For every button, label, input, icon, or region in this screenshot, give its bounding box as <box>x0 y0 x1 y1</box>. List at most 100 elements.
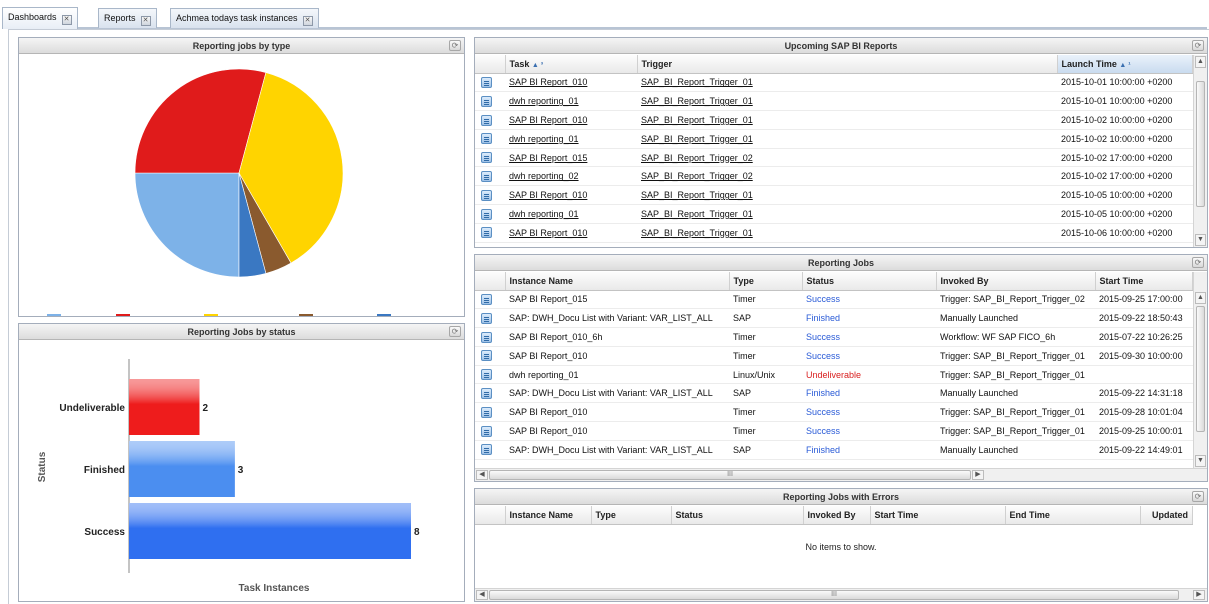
trigger-link[interactable]: SAP_BI_Report_Trigger_02 <box>637 148 1057 168</box>
close-icon[interactable]: ✕ <box>61 15 72 25</box>
trigger-link[interactable]: SAP_BI_Report_Trigger_01 <box>637 129 1057 149</box>
column-header-launch-time[interactable]: Launch Time ▲ ¹ <box>1057 55 1193 74</box>
column-header-invoked-by[interactable]: Invoked By <box>936 272 1096 291</box>
errors-horizontal-scrollbar[interactable]: ◀ III ▶ <box>475 588 1207 601</box>
table-row[interactable]: SAP BI Report_010 Timer Success Trigger: SA… <box>475 402 1193 423</box>
job-icon <box>475 402 505 423</box>
report-icon <box>475 73 505 93</box>
column-header-status[interactable]: Status <box>671 506 804 525</box>
table-row[interactable]: dwh reporting_01 SAP_BI_Report_Trigger_01… <box>475 204 1193 224</box>
column-header-invoked-by[interactable]: Invoked By <box>803 506 871 525</box>
table-row[interactable]: SAP BI Report_010_6h Timer Success Workflow… <box>475 327 1193 347</box>
trigger-link[interactable]: SAP_BI_Report_Trigger_01 <box>637 110 1057 130</box>
pie-slice-timer[interactable] <box>134 172 240 278</box>
column-header-icon <box>475 55 506 74</box>
column-header-type[interactable]: Type <box>591 506 672 525</box>
report-icon <box>475 91 505 112</box>
table-row[interactable]: SAP BI Report_010 SAP_BI_Report_Trigger_0… <box>475 185 1193 206</box>
task-link[interactable]: dwh reporting_02 <box>505 166 637 187</box>
trigger-link[interactable]: SAP_BI_Report_Trigger_01 <box>637 91 1057 112</box>
instance-name: SAP BI Report_010 <box>505 421 729 441</box>
table-row[interactable]: SAP BI Report_010 Timer Success Trigger: SA… <box>475 421 1193 441</box>
table-row[interactable]: dwh reporting_02 SAP_BI_Report_Trigger_02… <box>475 166 1193 187</box>
table-row[interactable]: SAP BI Report_010 SAP_BI_Report_Trigger_0… <box>475 110 1193 130</box>
panel-title: Reporting Jobs with Errors <box>782 492 899 502</box>
task-link[interactable]: dwh reporting_01 <box>505 204 637 224</box>
scroll-right-icon[interactable]: ▶ <box>972 470 984 480</box>
panel-header: Reporting Jobs with Errors ⟳ <box>475 489 1207 505</box>
bar-finished[interactable] <box>129 441 235 497</box>
table-row[interactable]: SAP BI Report_010 SAP_BI_Report_Trigger_0… <box>475 73 1193 93</box>
close-icon[interactable]: ✕ <box>140 16 151 26</box>
job-type: Timer <box>729 346 802 366</box>
trigger-link[interactable]: SAP_BI_Report_Trigger_01 <box>637 185 1057 206</box>
tab-reports[interactable]: Reports ✕ <box>98 8 157 28</box>
bar-undeliverable[interactable] <box>129 379 200 435</box>
column-header-status[interactable]: Status <box>802 272 937 291</box>
tab-dashboards[interactable]: Dashboards ✕ <box>2 7 78 29</box>
trigger-link[interactable]: SAP_BI_Report_Trigger_02 <box>637 166 1057 187</box>
column-header-instance-name[interactable]: Instance Name <box>505 272 730 291</box>
column-header-start-time[interactable]: Start Time <box>870 506 1006 525</box>
table-row[interactable]: SAP: DWH_Docu List with Variant: VAR_LIS… <box>475 308 1193 329</box>
launch-time: 2015-10-05 10:00:00 +0200 <box>1057 185 1193 206</box>
scroll-down-icon[interactable]: ▼ <box>1195 234 1206 246</box>
table-row[interactable]: SAP: DWH_Docu List with Variant: VAR_LIS… <box>475 440 1193 460</box>
scroll-left-icon[interactable]: ◀ <box>476 590 488 600</box>
task-link[interactable]: SAP BI Report_010 <box>505 223 637 243</box>
tab-label: Reports <box>104 13 136 23</box>
bar-success[interactable] <box>129 503 411 559</box>
y-axis-label: Status <box>37 451 48 482</box>
invoked-by: Trigger: SAP_BI_Report_Trigger_01 <box>936 402 1095 423</box>
table-row[interactable]: dwh reporting_01 SAP_BI_Report_Trigger_01… <box>475 129 1193 149</box>
scroll-down-icon[interactable]: ▼ <box>1195 455 1206 467</box>
task-link[interactable]: SAP BI Report_010 <box>505 110 637 130</box>
table-row[interactable]: SAP BI Report_010 Timer Success Trigger: SA… <box>475 346 1193 366</box>
scroll-thumb[interactable]: III <box>489 590 1179 600</box>
scroll-left-icon[interactable]: ◀ <box>476 470 488 480</box>
refresh-icon[interactable]: ⟳ <box>1192 491 1204 502</box>
refresh-icon[interactable]: ⟳ <box>1192 257 1204 268</box>
tab-achmea-todays-task-instances[interactable]: Achmea todays task instances ✕ <box>170 8 319 28</box>
table-row[interactable]: SAP: DWH_Docu List with Variant: VAR_LIS… <box>475 383 1193 404</box>
table-row[interactable]: SAP BI Report_010 SAP_BI_Report_Trigger_0… <box>475 223 1193 243</box>
invoked-by: Trigger: SAP_BI_Report_Trigger_01 <box>936 346 1095 366</box>
scroll-thumb[interactable] <box>1196 306 1205 432</box>
table-row[interactable]: dwh reporting_01 SAP_BI_Report_Trigger_01… <box>475 91 1193 112</box>
refresh-icon[interactable]: ⟳ <box>449 326 461 337</box>
job-icon <box>475 365 505 385</box>
scroll-right-icon[interactable]: ▶ <box>1193 590 1205 600</box>
scroll-up-icon[interactable]: ▲ <box>1195 56 1206 68</box>
trigger-link[interactable]: SAP_BI_Report_Trigger_01 <box>637 223 1057 243</box>
jobs-vertical-scrollbar[interactable]: ▲ ▼ <box>1193 272 1207 468</box>
trigger-link[interactable]: SAP_BI_Report_Trigger_01 <box>637 73 1057 93</box>
table-row[interactable]: dwh reporting_01 Linux/Unix Undeliverable T… <box>475 365 1193 385</box>
task-link[interactable]: SAP BI Report_010 <box>505 185 637 206</box>
refresh-icon[interactable]: ⟳ <box>449 40 461 51</box>
refresh-icon[interactable]: ⟳ <box>1192 40 1204 51</box>
task-link[interactable]: dwh reporting_01 <box>505 91 637 112</box>
task-link[interactable]: dwh reporting_01 <box>505 129 637 149</box>
scroll-up-icon[interactable]: ▲ <box>1195 292 1206 304</box>
close-icon[interactable]: ✕ <box>302 16 313 26</box>
table-row[interactable]: SAP BI Report_015 SAP_BI_Report_Trigger_0… <box>475 148 1193 168</box>
report-icon <box>475 223 505 243</box>
trigger-link[interactable]: SAP_BI_Report_Trigger_01 <box>637 204 1057 224</box>
upcoming-vertical-scrollbar[interactable]: ▲ ▼ <box>1193 55 1207 247</box>
task-link[interactable]: SAP BI Report_010 <box>505 73 637 93</box>
legend-swatch <box>377 314 392 316</box>
scroll-thumb[interactable] <box>1196 81 1205 207</box>
table-row[interactable]: SAP BI Report_015 Timer Success Trigger: SA… <box>475 290 1193 310</box>
job-icon <box>475 327 505 347</box>
column-header-instance-name[interactable]: Instance Name <box>505 506 592 525</box>
scroll-thumb[interactable]: III <box>489 470 971 480</box>
column-header-trigger[interactable]: Trigger <box>637 55 1058 74</box>
column-header-updated[interactable]: Updated <box>1140 506 1193 525</box>
column-header-type[interactable]: Type <box>729 272 803 291</box>
task-link[interactable]: SAP BI Report_015 <box>505 148 637 168</box>
column-header-start-time[interactable]: Start Time <box>1095 272 1193 291</box>
column-header-end-time[interactable]: End Time <box>1005 506 1141 525</box>
column-header-task[interactable]: Task ▲ ³ <box>505 55 638 74</box>
pie-chart <box>134 68 344 278</box>
jobs-horizontal-scrollbar[interactable]: ◀ III ▶ <box>475 468 1207 481</box>
